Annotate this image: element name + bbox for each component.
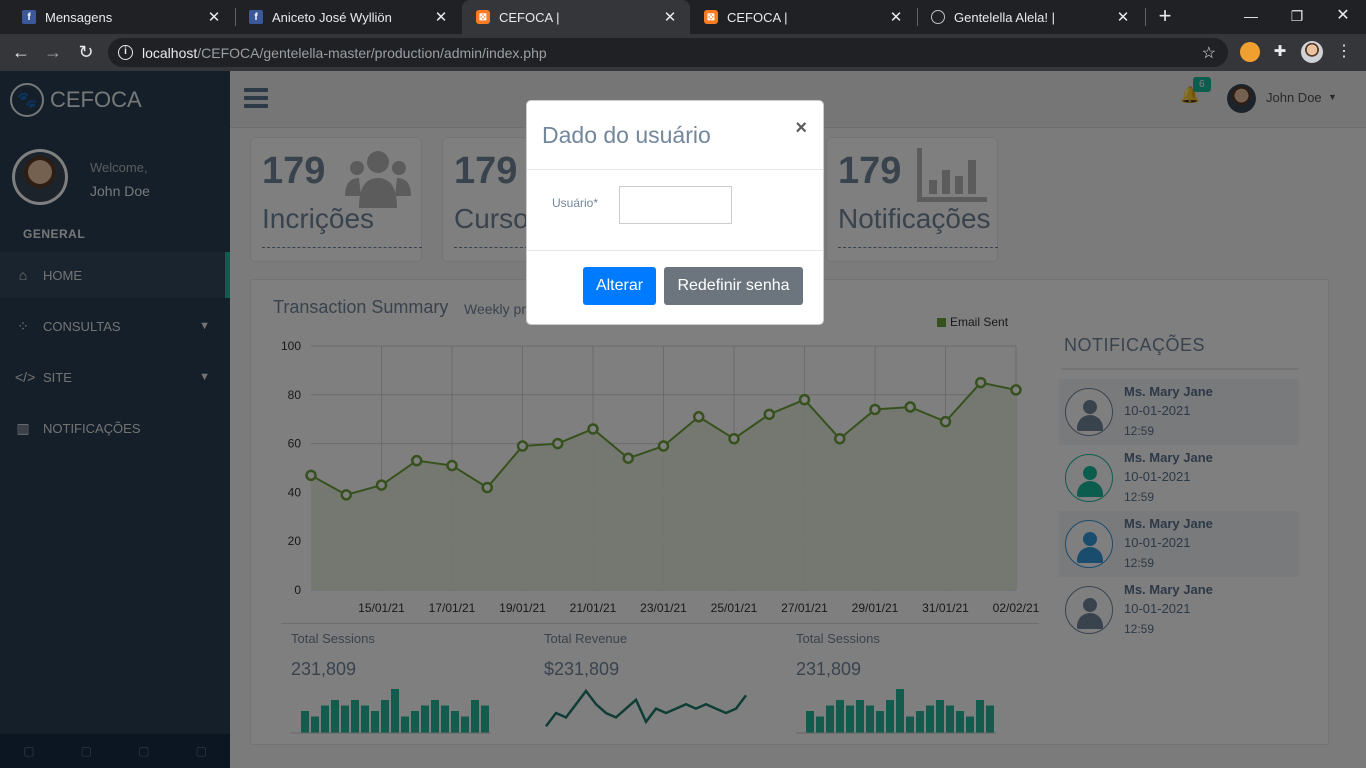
url-path: /CEFOCA/gentelella-master/production/adm… (197, 45, 547, 61)
site-info-icon[interactable]: i (118, 45, 133, 60)
browser-tab-strip: f Mensagens ✕ f Aniceto José Wylliön ✕ ⊠… (0, 0, 1366, 34)
reload-icon[interactable]: ↻ (74, 40, 98, 64)
globe-icon (931, 10, 945, 24)
puzzle-extensions-icon[interactable]: ✚ (1270, 42, 1290, 62)
close-icon[interactable]: ✕ (429, 8, 453, 26)
facebook-icon: f (22, 10, 36, 24)
tab-title: Gentelella Alela! | (954, 9, 1055, 25)
new-tab-button[interactable]: + (1154, 5, 1176, 27)
minimize-icon[interactable]: — (1228, 4, 1274, 28)
browser-tab[interactable]: f Mensagens ✕ (8, 0, 234, 34)
back-arrow-icon[interactable]: ← (9, 40, 33, 64)
browser-tab[interactable]: f Aniceto José Wylliön ✕ (235, 0, 461, 34)
xampp-icon: ⊠ (704, 10, 718, 24)
tab-title: Mensagens (45, 9, 113, 25)
save-button[interactable]: Alterar (583, 267, 656, 305)
bookmark-star-icon[interactable]: ☆ (1202, 43, 1216, 63)
browser-toolbar: ← → ↻ i localhost/CEFOCA/gentelella-mast… (0, 34, 1366, 71)
close-icon[interactable]: ✕ (202, 8, 226, 26)
reset-password-button[interactable]: Redefinir senha (664, 267, 803, 305)
facebook-icon: f (249, 10, 263, 24)
profile-avatar-icon[interactable] (1301, 41, 1323, 63)
xampp-icon: ⊠ (476, 10, 490, 24)
tab-title: CEFOCA | (499, 9, 560, 25)
tab-separator (1145, 8, 1146, 26)
tab-title: Aniceto José Wylliön (272, 9, 392, 25)
close-icon[interactable]: ✕ (884, 8, 908, 26)
browser-tab-active[interactable]: ⊠ CEFOCA | ✕ (462, 0, 690, 34)
username-label: Usuário* (552, 196, 599, 210)
tab-title: CEFOCA | (727, 9, 788, 25)
close-icon[interactable]: × (795, 117, 807, 140)
address-bar[interactable]: i localhost/CEFOCA/gentelella-master/pro… (108, 38, 1228, 67)
user-data-modal: Dado do usuário × Usuário* Alterar Redef… (526, 100, 824, 325)
url-host: localhost (142, 45, 198, 61)
browser-tab[interactable]: Gentelella Alela! | ✕ (917, 0, 1143, 34)
close-icon[interactable]: ✕ (658, 8, 682, 26)
restore-icon[interactable]: ❐ (1274, 4, 1320, 28)
close-icon[interactable]: ✕ (1111, 8, 1135, 26)
username-input[interactable] (619, 186, 732, 224)
menu-kebab-icon[interactable]: ⋮ (1334, 42, 1354, 62)
url-text: localhost/CEFOCA/gentelella-master/produ… (142, 45, 547, 61)
modal-title: Dado do usuário (542, 122, 711, 148)
extension-icon[interactable] (1240, 42, 1260, 62)
forward-arrow-icon[interactable]: → (41, 40, 65, 64)
window-close-icon[interactable]: ✕ (1320, 4, 1366, 28)
browser-tab[interactable]: ⊠ CEFOCA | ✕ (690, 0, 916, 34)
